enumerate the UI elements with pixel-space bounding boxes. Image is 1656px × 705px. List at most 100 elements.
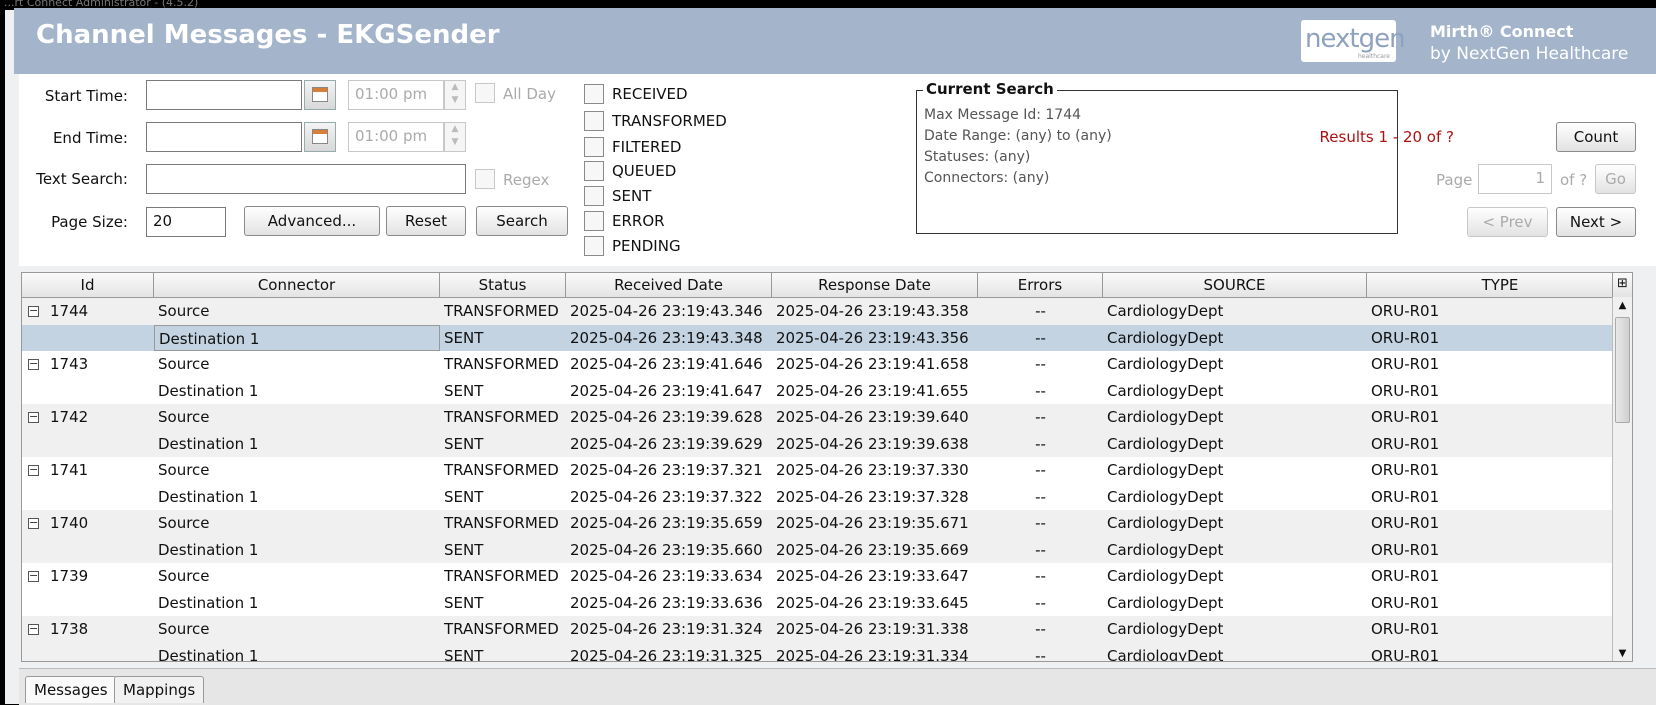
end-time-input[interactable]: 01:00 pm [348, 122, 444, 152]
table-row[interactable]: Destination 1 SENT 2025-04-26 23:19:41.647… [22, 378, 1632, 405]
connector-cell: Destination 1 [158, 646, 259, 662]
collapse-icon[interactable]: − [28, 358, 39, 370]
search-button[interactable]: Search [476, 206, 568, 236]
column-header-connector[interactable]: Connector [154, 273, 440, 297]
collapse-icon[interactable]: − [28, 411, 39, 423]
type-cell: ORU-R01 [1371, 593, 1440, 612]
source-cell: CardiologyDept [1107, 434, 1224, 453]
prev-page-button[interactable]: < Prev [1467, 207, 1548, 237]
connector-cell: Destination 1 [158, 434, 259, 453]
end-date-input[interactable] [146, 122, 302, 152]
response-date-cell: 2025-04-26 23:19:41.655 [776, 381, 969, 400]
received-date-cell: 2025-04-26 23:19:43.346 [570, 302, 763, 320]
regex-checkbox[interactable] [475, 169, 495, 189]
type-cell: ORU-R01 [1371, 514, 1440, 532]
status-checkbox-received[interactable] [584, 84, 604, 104]
received-date-cell: 2025-04-26 23:19:41.646 [570, 355, 763, 373]
table-row[interactable]: Destination 1 SENT 2025-04-26 23:19:33.636… [22, 590, 1632, 617]
id-cell: −1739 [22, 563, 154, 590]
column-header-status[interactable]: Status [440, 273, 566, 297]
id-cell [22, 537, 154, 564]
table-row[interactable]: −1740 Source TRANSFORMED 2025-04-26 23:19:3… [22, 510, 1632, 537]
table-row[interactable]: −1739 Source TRANSFORMED 2025-04-26 23:19:3… [22, 563, 1632, 590]
column-header-type[interactable]: TYPE [1367, 273, 1632, 297]
id-cell [22, 590, 154, 617]
start-time-spinner[interactable]: ▲ ▼ [444, 80, 466, 110]
response-date-cell: 2025-04-26 23:19:31.334 [776, 646, 969, 662]
tab-mappings[interactable]: Mappings [114, 676, 205, 703]
type-cell: ORU-R01 [1371, 434, 1440, 453]
all-day-checkbox[interactable] [475, 83, 495, 103]
errors-cell: -- [1035, 646, 1046, 662]
table-row[interactable]: Destination 1 SENT 2025-04-26 23:19:35.660… [22, 536, 1632, 564]
status-cell: SENT [444, 328, 484, 347]
column-header-errors[interactable]: Errors [978, 273, 1103, 297]
status-checkbox-error[interactable] [584, 211, 604, 231]
vertical-scrollbar[interactable]: ▲ ▼ [1612, 297, 1632, 661]
table-row[interactable]: −1742 Source TRANSFORMED 2025-04-26 23:19:3… [22, 404, 1632, 431]
column-header-response-date[interactable]: Response Date [772, 273, 978, 297]
scroll-thumb[interactable] [1615, 317, 1630, 423]
response-date-cell: 2025-04-26 23:19:37.330 [776, 461, 969, 479]
end-calendar-button[interactable] [304, 122, 336, 152]
advanced-button[interactable]: Advanced... [244, 206, 380, 236]
column-picker-icon[interactable]: ⊞ [1612, 273, 1632, 297]
status-cell: SENT [444, 593, 484, 612]
start-date-input[interactable] [146, 80, 302, 110]
brand-tagline: by NextGen Healthcare [1430, 44, 1629, 64]
scroll-down-icon[interactable]: ▼ [1613, 645, 1632, 661]
count-button[interactable]: Count [1556, 122, 1636, 152]
end-time-spinner[interactable]: ▲ ▼ [444, 122, 466, 152]
status-cell: TRANSFORMED [444, 514, 559, 532]
table-row[interactable]: Destination 1 SENT 2025-04-26 23:19:43.348… [22, 324, 1632, 351]
type-cell: ORU-R01 [1371, 646, 1440, 662]
received-date-cell: 2025-04-26 23:19:35.660 [570, 540, 763, 559]
page-size-input[interactable]: 20 [146, 207, 226, 237]
next-page-button[interactable]: Next > [1556, 207, 1636, 237]
connector-cell: Source [158, 514, 210, 532]
start-time-input[interactable]: 01:00 pm [348, 80, 444, 110]
status-checkbox-pending[interactable] [584, 236, 604, 256]
status-cell: SENT [444, 381, 484, 400]
status-label-transformed: TRANSFORMED [612, 112, 727, 130]
status-checkbox-queued[interactable] [584, 161, 604, 181]
scroll-up-icon[interactable]: ▲ [1613, 297, 1632, 315]
collapse-icon[interactable]: − [28, 305, 39, 317]
table-row[interactable]: −1744 Source TRANSFORMED 2025-04-26 23:19:4… [22, 298, 1632, 325]
collapse-icon[interactable]: − [28, 464, 39, 476]
table-row[interactable]: −1738 Source TRANSFORMED 2025-04-26 23:19:3… [22, 616, 1632, 643]
connector-cell: Destination 1 [158, 593, 259, 612]
status-cell: SENT [444, 434, 484, 453]
page-number-input[interactable]: 1 [1478, 164, 1552, 194]
table-row[interactable]: Destination 1 SENT 2025-04-26 23:19:31.325… [22, 642, 1632, 662]
table-row[interactable]: −1741 Source TRANSFORMED 2025-04-26 23:19:3… [22, 457, 1632, 484]
received-date-cell: 2025-04-26 23:19:37.322 [570, 487, 763, 506]
column-header-received-date[interactable]: Received Date [566, 273, 772, 297]
status-label-filtered: FILTERED [612, 138, 682, 156]
text-search-input[interactable] [146, 164, 466, 194]
reset-button[interactable]: Reset [386, 206, 466, 236]
collapse-icon[interactable]: − [28, 623, 39, 635]
column-header-id[interactable]: Id [22, 273, 154, 297]
status-label-received: RECEIVED [612, 85, 688, 103]
tab-messages[interactable]: Messages [25, 676, 117, 703]
go-button[interactable]: Go [1595, 164, 1636, 194]
type-cell: ORU-R01 [1371, 540, 1440, 559]
status-checkbox-transformed[interactable] [584, 111, 604, 131]
status-checkbox-sent[interactable] [584, 186, 604, 206]
status-checkbox-filtered[interactable] [584, 137, 604, 157]
table-row[interactable]: −1743 Source TRANSFORMED 2025-04-26 23:19:4… [22, 351, 1632, 378]
collapse-icon[interactable]: − [28, 517, 39, 529]
current-search-line: Max Message Id: 1744 [924, 107, 1082, 123]
column-header-source[interactable]: SOURCE [1103, 273, 1367, 297]
start-calendar-button[interactable] [304, 80, 336, 110]
collapse-icon[interactable]: − [28, 570, 39, 582]
type-cell: ORU-R01 [1371, 328, 1440, 347]
response-date-cell: 2025-04-26 23:19:43.358 [776, 302, 969, 320]
table-row[interactable]: Destination 1 SENT 2025-04-26 23:19:37.322… [22, 484, 1632, 511]
id-cell [22, 431, 154, 458]
source-cell: CardiologyDept [1107, 540, 1224, 559]
type-cell: ORU-R01 [1371, 487, 1440, 506]
table-row[interactable]: Destination 1 SENT 2025-04-26 23:19:39.629… [22, 430, 1632, 458]
current-search-title: Current Search [923, 80, 1057, 98]
